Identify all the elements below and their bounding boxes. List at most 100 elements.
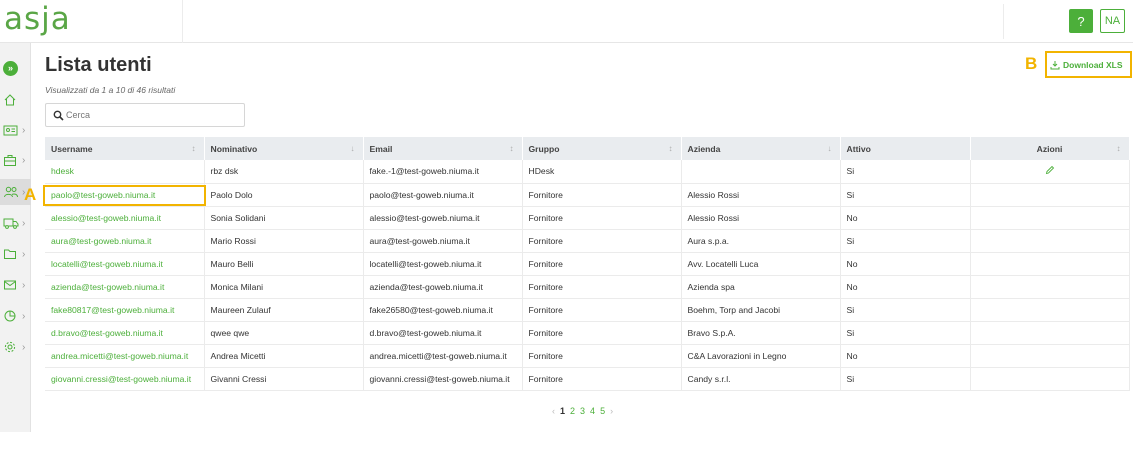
table-row: giovanni.cressi@test-goweb.niuma.it Giva…	[45, 367, 1130, 391]
sidebar-item-settings[interactable]: ›	[0, 334, 31, 360]
table-row: aura@test-goweb.niuma.it Mario Rossi aur…	[45, 229, 1130, 253]
cell-email: fake26580@test-goweb.niuma.it	[363, 298, 523, 322]
column-header-azienda[interactable]: Azienda ↓	[681, 137, 841, 160]
cell-azioni	[970, 275, 1130, 299]
sidebar: » › › › › › › › ›	[0, 43, 31, 432]
cell-username[interactable]: aura@test-goweb.niuma.it	[45, 229, 205, 253]
cell-email: giovanni.cressi@test-goweb.niuma.it	[363, 367, 523, 391]
cell-attivo: Si	[840, 183, 971, 207]
table-row: fake80817@test-goweb.niuma.it Maureen Zu…	[45, 298, 1130, 322]
cell-gruppo: Fornitore	[522, 275, 682, 299]
users-table: Username ↕ Nominativo ↓ Email ↕ Gruppo ↕ Azi…	[45, 137, 1130, 391]
cell-azienda: C&A Lavorazioni in Legno	[681, 344, 841, 368]
edit-pencil-icon[interactable]	[1045, 165, 1055, 175]
cell-azienda: Bravo S.p.A.	[681, 321, 841, 345]
chevron-right-icon: ›	[22, 279, 26, 291]
cell-nominativo: Andrea Micetti	[204, 344, 364, 368]
sidebar-item-reports[interactable]: ›	[0, 303, 31, 329]
column-header-nominativo[interactable]: Nominativo ↓	[204, 137, 364, 160]
sidebar-item-messages[interactable]: ›	[0, 272, 31, 298]
column-header-attivo[interactable]: Attivo	[840, 137, 971, 160]
logo-area: asja	[0, 0, 183, 43]
cell-nominativo: Sonia Solidani	[204, 206, 364, 230]
sort-icon: ↕	[509, 144, 514, 153]
column-header-email[interactable]: Email ↕	[363, 137, 523, 160]
cell-gruppo: Fornitore	[522, 183, 682, 207]
cell-username[interactable]: hdesk	[45, 160, 205, 184]
cell-username[interactable]: locatelli@test-goweb.niuma.it	[45, 252, 205, 276]
id-card-icon	[3, 125, 18, 136]
briefcase-icon	[4, 155, 16, 166]
cell-attivo: Si	[840, 321, 971, 345]
sidebar-item-documents[interactable]: ›	[0, 241, 31, 267]
app-logo[interactable]: asja	[4, 1, 71, 37]
annotation-label-a: A	[24, 185, 37, 204]
cell-username[interactable]: andrea.micetti@test-goweb.niuma.it	[45, 344, 205, 368]
help-button[interactable]: ?	[1069, 9, 1093, 33]
page-link-2[interactable]: 2	[570, 406, 575, 416]
cell-attivo: Si	[840, 160, 971, 184]
cell-nominativo: rbz dsk	[204, 160, 364, 184]
sidebar-item-contacts[interactable]: ›	[0, 117, 31, 143]
page-title: Lista utenti	[45, 54, 152, 76]
cell-username[interactable]: fake80817@test-goweb.niuma.it	[45, 298, 205, 322]
cell-username[interactable]: giovanni.cressi@test-goweb.niuma.it	[45, 367, 205, 391]
table-row: alessio@test-goweb.niuma.it Sonia Solida…	[45, 206, 1130, 230]
page-link-3[interactable]: 3	[580, 406, 585, 416]
expand-icon: »	[3, 60, 18, 76]
table-header-row: Username ↕ Nominativo ↓ Email ↕ Gruppo ↕ Azi…	[45, 137, 1130, 160]
cell-gruppo: Fornitore	[522, 321, 682, 345]
cell-azienda: Avv. Locatelli Luca	[681, 252, 841, 276]
cell-username[interactable]: alessio@test-goweb.niuma.it	[45, 206, 205, 230]
results-count: Visualizzati da 1 a 10 di 46 risultati	[45, 85, 176, 95]
sidebar-item-home[interactable]	[0, 87, 31, 113]
top-bar: asja ? NA	[0, 0, 1133, 43]
page-link-4[interactable]: 4	[590, 406, 595, 416]
user-avatar[interactable]: NA	[1100, 9, 1125, 33]
table-row: paolo@test-goweb.niuma.it Paolo Dolo pao…	[45, 183, 1130, 207]
page-link-1[interactable]: 1	[560, 406, 565, 416]
cell-email: aura@test-goweb.niuma.it	[363, 229, 523, 253]
cell-nominativo: Mario Rossi	[204, 229, 364, 253]
cell-username[interactable]: d.bravo@test-goweb.niuma.it	[45, 321, 205, 345]
cell-azioni	[970, 252, 1130, 276]
home-icon	[4, 94, 16, 106]
table-row: locatelli@test-goweb.niuma.it Mauro Bell…	[45, 252, 1130, 276]
sidebar-item-jobs[interactable]: ›	[0, 147, 31, 173]
column-header-username[interactable]: Username ↕	[45, 137, 205, 160]
prev-page-button[interactable]: ‹	[552, 406, 555, 416]
cell-email: d.bravo@test-goweb.niuma.it	[363, 321, 523, 345]
page-link-5[interactable]: 5	[600, 406, 605, 416]
cell-azioni	[970, 321, 1130, 345]
cell-nominativo: Monica Milani	[204, 275, 364, 299]
cell-azioni	[970, 206, 1130, 230]
cell-attivo: No	[840, 344, 971, 368]
search-input[interactable]	[66, 107, 236, 123]
chevron-right-icon: ›	[22, 154, 26, 166]
cell-gruppo: Fornitore	[522, 298, 682, 322]
sort-desc-icon: ↓	[827, 144, 832, 153]
sidebar-item-expand[interactable]: »	[0, 55, 31, 81]
cell-gruppo: HDesk	[522, 160, 682, 184]
cell-azioni	[970, 344, 1130, 368]
sidebar-item-transport[interactable]: ›	[0, 210, 31, 236]
next-page-button[interactable]: ›	[610, 406, 613, 416]
cell-attivo: No	[840, 252, 971, 276]
column-header-gruppo[interactable]: Gruppo ↕	[522, 137, 682, 160]
cell-email: andrea.micetti@test-goweb.niuma.it	[363, 344, 523, 368]
cell-azienda: Candy s.r.l.	[681, 367, 841, 391]
cell-azioni	[970, 183, 1130, 207]
cell-email: paolo@test-goweb.niuma.it	[363, 183, 523, 207]
chevron-right-icon: ›	[22, 248, 26, 260]
cell-gruppo: Fornitore	[522, 229, 682, 253]
settings-icon	[4, 341, 16, 353]
cell-azioni	[970, 298, 1130, 322]
search-box[interactable]	[45, 103, 245, 127]
search-icon	[53, 110, 64, 121]
cell-username[interactable]: azienda@test-goweb.niuma.it	[45, 275, 205, 299]
cell-attivo: No	[840, 275, 971, 299]
cell-attivo: No	[840, 206, 971, 230]
cell-email: fake.-1@test-goweb.niuma.it	[363, 160, 523, 184]
table-row: d.bravo@test-goweb.niuma.it qwee qwe d.b…	[45, 321, 1130, 345]
top-divider	[1003, 4, 1004, 39]
